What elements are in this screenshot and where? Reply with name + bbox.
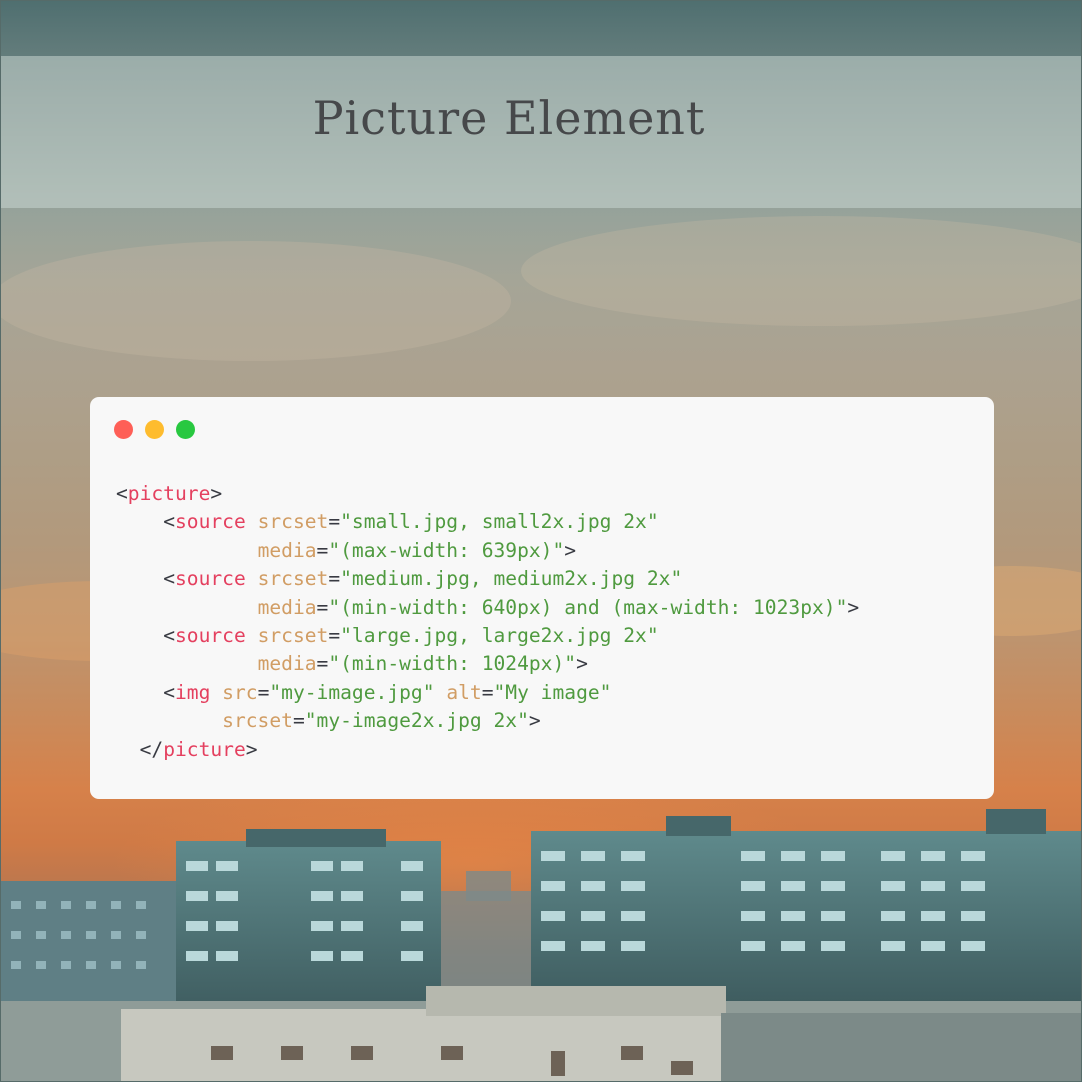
- code-token-punct: <: [116, 482, 128, 505]
- code-token-val: "my-image2x.jpg 2x": [304, 709, 529, 733]
- code-token-val: "medium.jpg, medium2x.jpg 2x": [340, 567, 683, 591]
- code-token-punct: >: [564, 538, 577, 562]
- code-token-punct: [246, 510, 258, 533]
- code-token-attr: srcset: [257, 623, 329, 647]
- code-token-punct: =: [316, 652, 329, 676]
- code-token-tag: picture: [127, 482, 211, 505]
- code-token-punct: =: [257, 680, 270, 704]
- window-maximize-dot: [176, 420, 195, 439]
- code-token-val: "my-image.jpg": [269, 680, 435, 704]
- code-token-punct: <: [163, 623, 175, 647]
- code-token-punct: >: [528, 709, 541, 733]
- code-token-punct: [246, 567, 258, 590]
- code-token-tag: source: [174, 510, 246, 534]
- code-token-punct: </: [139, 737, 164, 761]
- code-token-tag: source: [174, 567, 246, 591]
- code-token-punct: >: [847, 595, 860, 619]
- code-token-punct: >: [245, 737, 258, 761]
- code-line: media="(min-width: 640px) and (max-width…: [116, 594, 860, 622]
- code-token-attr: srcset: [222, 709, 293, 733]
- code-line: <img src="my-image.jpg" alt="My image": [116, 679, 859, 707]
- code-token-attr: alt: [446, 680, 482, 704]
- code-token-punct: >: [576, 652, 588, 676]
- code-token-punct: =: [328, 510, 341, 534]
- code-token-punct: [435, 681, 447, 704]
- code-token-val: "large.jpg, large2x.jpg 2x": [340, 623, 659, 647]
- code-token-val: "small.jpg, small2x.jpg 2x": [340, 510, 659, 534]
- code-window: <picture> <source srcset="small.jpg, sma…: [90, 397, 994, 799]
- code-token-punct: <: [163, 567, 175, 591]
- code-token-attr: srcset: [257, 567, 329, 591]
- code-line: <picture>: [116, 480, 859, 508]
- code-token-punct: =: [328, 567, 341, 591]
- code-line: </picture>: [116, 736, 859, 764]
- code-token-tag: picture: [163, 737, 246, 761]
- code-token-val: "(min-width: 640px) and (max-width: 1023…: [328, 595, 848, 619]
- code-token-attr: media: [257, 538, 317, 562]
- code-token-attr: media: [257, 595, 317, 619]
- code-line: <source srcset="medium.jpg, medium2x.jpg…: [116, 565, 859, 593]
- code-token-val: "My image": [493, 680, 612, 704]
- code-token-tag: img: [174, 680, 211, 704]
- code-token-punct: [210, 681, 222, 704]
- window-minimize-dot: [145, 420, 164, 439]
- code-token-punct: =: [328, 623, 341, 647]
- code-line: <source srcset="small.jpg, small2x.jpg 2…: [116, 508, 859, 536]
- code-token-punct: >: [210, 482, 223, 505]
- background-photo: Picture Element <picture> <source srcset…: [0, 0, 1082, 1082]
- page-title: Picture Element: [312, 91, 706, 145]
- code-line: <source srcset="large.jpg, large2x.jpg 2…: [116, 622, 859, 650]
- code-token-val: "(min-width: 1024px)": [328, 652, 577, 676]
- code-token-punct: <: [163, 510, 175, 534]
- code-token-punct: =: [292, 709, 305, 733]
- code-line: media="(min-width: 1024px)">: [116, 650, 859, 678]
- code-token-attr: media: [257, 652, 317, 676]
- code-token-punct: =: [481, 680, 494, 704]
- window-close-dot: [114, 420, 133, 439]
- code-token-punct: =: [316, 538, 329, 562]
- code-line: media="(max-width: 639px)">: [116, 537, 859, 565]
- code-token-attr: srcset: [257, 510, 329, 534]
- code-line: srcset="my-image2x.jpg 2x">: [116, 707, 859, 735]
- code-token-punct: =: [316, 595, 329, 619]
- code-token-punct: [246, 624, 258, 647]
- code-token-tag: source: [174, 623, 246, 647]
- code-block: <picture> <source srcset="small.jpg, sma…: [116, 480, 859, 764]
- code-token-punct: <: [163, 680, 175, 704]
- code-token-attr: src: [222, 680, 258, 704]
- code-token-val: "(max-width: 639px)": [328, 538, 565, 562]
